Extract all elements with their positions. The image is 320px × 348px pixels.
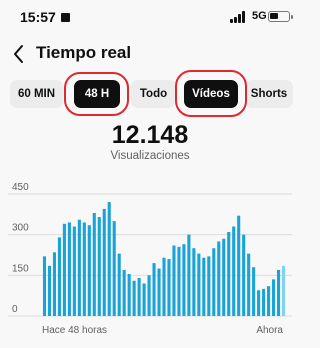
x-end-label: Ahora (256, 325, 283, 336)
chart-bar[interactable] (212, 248, 216, 316)
chart-bar[interactable] (192, 248, 196, 316)
chart-bar[interactable] (262, 288, 266, 316)
chart-bar[interactable] (217, 241, 221, 316)
chart-bar[interactable] (242, 234, 246, 316)
views-chart: 0 150 300 450 Hace 48 horas Ahora (8, 182, 292, 336)
chart-bar[interactable] (42, 256, 47, 316)
chart-bar[interactable] (107, 202, 111, 316)
chart-bar[interactable] (87, 225, 91, 316)
chart-bar[interactable] (182, 244, 186, 316)
views-value: 12.148 (111, 121, 189, 149)
chart-bar[interactable] (142, 283, 146, 316)
chart-bar[interactable] (92, 212, 96, 316)
filter-shorts[interactable]: Shorts (245, 80, 293, 108)
status-time: 15:57 (20, 9, 56, 25)
chart-bar[interactable] (187, 234, 191, 316)
chart-bar[interactable] (117, 253, 121, 316)
filter-48-h[interactable]: 48 H (74, 80, 120, 108)
header: Tiempo real (0, 34, 300, 74)
chart-bar[interactable] (57, 237, 61, 316)
chart-bar[interactable] (257, 290, 261, 316)
back-arrow-icon[interactable] (10, 43, 28, 65)
chart-bar[interactable] (52, 252, 56, 316)
chart-bar[interactable] (137, 278, 141, 316)
chart-bar[interactable] (162, 257, 166, 316)
chart-bar[interactable] (112, 221, 116, 316)
chart-bar[interactable] (127, 273, 131, 316)
y-tick-label: 450 (12, 182, 29, 193)
chart-bar[interactable] (157, 268, 161, 316)
network-type: 5G (252, 10, 267, 22)
chart-bar[interactable] (77, 219, 81, 316)
chart-bar[interactable] (202, 257, 206, 316)
y-tick-label: 300 (12, 223, 29, 234)
chart-bar[interactable] (281, 265, 286, 316)
chart-bar[interactable] (232, 226, 236, 316)
chart-bar[interactable] (72, 226, 76, 316)
chart-bar[interactable] (122, 269, 126, 316)
chart-bar[interactable] (82, 222, 86, 316)
chart-bar[interactable] (247, 253, 251, 316)
filter-60-min[interactable]: 60 MIN (10, 80, 63, 108)
chart-bar[interactable] (102, 208, 106, 316)
battery-icon (268, 11, 293, 22)
views-label: Visualizaciones (110, 150, 190, 162)
chart-bar[interactable] (272, 279, 276, 316)
chart-bar[interactable] (222, 238, 226, 316)
chart-bar[interactable] (97, 217, 101, 316)
chart-bar[interactable] (177, 246, 181, 316)
y-tick-label: 0 (12, 304, 18, 315)
signal-icon (230, 11, 248, 23)
chart-bar[interactable] (172, 245, 176, 316)
filter-todo[interactable]: Todo (131, 80, 176, 108)
status-bar: 15:57 5G (0, 0, 300, 34)
filter-videos[interactable]: Vídeos (184, 80, 238, 108)
x-start-label: Hace 48 horas (42, 325, 107, 336)
chart-bar[interactable] (167, 259, 171, 316)
chart-bar[interactable] (197, 253, 201, 316)
y-tick-label: 150 (12, 263, 29, 274)
chart-bar[interactable] (132, 280, 136, 316)
chart-bar[interactable] (237, 215, 241, 316)
chart-bar[interactable] (67, 222, 71, 316)
chart-bar[interactable] (267, 286, 271, 316)
recording-indicator-icon (61, 13, 70, 22)
chart-bar[interactable] (147, 275, 151, 316)
chart-bar[interactable] (227, 231, 231, 316)
chart-bar[interactable] (47, 265, 52, 316)
chart-bar[interactable] (62, 223, 66, 316)
chart-bar[interactable] (152, 263, 156, 316)
chart-bar[interactable] (276, 269, 281, 316)
chart-bar[interactable] (207, 256, 211, 316)
chart-bar[interactable] (252, 267, 256, 316)
page-title: Tiempo real (36, 43, 132, 62)
